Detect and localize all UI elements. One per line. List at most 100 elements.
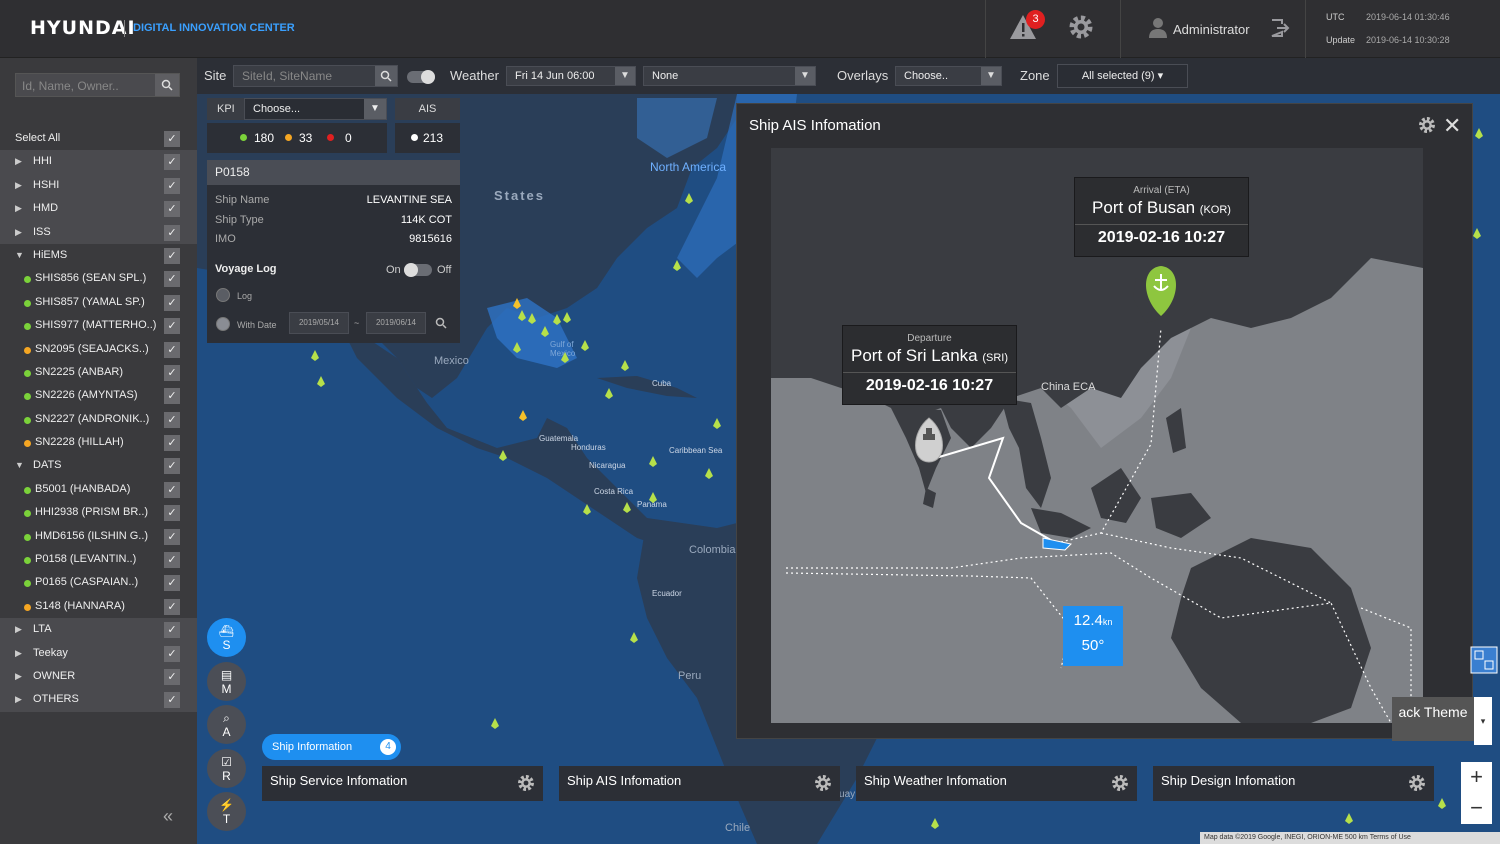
sidebar-ship-item[interactable]: SHIS857 (YAMAL SP.) ✓ [0,291,197,314]
checkbox[interactable]: ✓ [164,552,180,569]
sidebar-group-item[interactable]: ▶ HSHI ✓ [0,173,197,198]
layers-icon[interactable] [1470,646,1498,674]
ship-marker[interactable] [649,456,657,467]
checkbox[interactable]: ✓ [164,668,180,685]
with-date-radio[interactable] [216,317,230,331]
sidebar-group-item[interactable]: ▶ HMD ✓ [0,197,197,221]
checkbox[interactable]: ✓ [164,435,180,452]
checkbox[interactable]: ✓ [164,458,180,475]
sidebar-search[interactable]: Id, Name, Owner.. [15,73,180,97]
ais-header[interactable]: AIS [395,98,460,120]
sidebar-group-item[interactable]: ▼ DATS ✓ [0,454,197,478]
sidebar-ship-item[interactable]: P0158 (LEVANTIN..) ✓ [0,548,197,571]
ship-information-tab[interactable]: Ship Information 4 [262,734,401,760]
ship-marker[interactable] [317,376,325,387]
sidebar-search-input[interactable]: Id, Name, Owner.. [22,79,119,93]
ship-marker[interactable] [499,450,507,461]
kpi-yellow-count[interactable]: 33 [299,131,312,145]
gear-icon[interactable] [1111,774,1129,795]
checkbox[interactable]: ✓ [164,318,180,335]
checkbox[interactable]: ✓ [164,388,180,405]
checkbox[interactable]: ✓ [164,645,180,662]
sidebar-ship-item[interactable]: SHIS977 (MATTERHO..) ✓ [0,314,197,337]
ship-marker[interactable] [518,310,526,321]
checkbox[interactable]: ✓ [164,177,180,194]
sidebar-search-button[interactable] [155,74,179,96]
zoom-in-button[interactable]: + [1461,762,1492,793]
site-search-input[interactable]: SiteId, SiteName [233,65,398,87]
tool-button-t[interactable]: ⚡ T [207,792,246,831]
gear-icon[interactable] [814,774,832,795]
checkbox[interactable]: ✓ [164,201,180,218]
bottom-panel[interactable]: Ship Service Infomation [262,766,543,801]
bottom-panel[interactable]: Ship AIS Infomation [559,766,840,801]
sidebar-ship-item[interactable]: SHIS856 (SEAN SPL.) ✓ [0,267,197,290]
ship-marker-warning[interactable] [513,298,521,309]
checkbox[interactable]: ✓ [164,364,180,381]
sidebar-group-item[interactable]: ▶ ISS ✓ [0,220,197,244]
site-toggle[interactable] [407,70,435,84]
tool-button-r[interactable]: ☑ R [207,748,246,788]
checkbox[interactable]: ✓ [164,505,180,522]
sidebar-group-item[interactable]: ▶ OWNER ✓ [0,664,197,689]
checkbox[interactable]: ✓ [164,598,180,615]
sidebar-select-all[interactable]: Select All ✓ [0,127,197,150]
ship-marker[interactable] [541,326,549,337]
gear-icon[interactable] [1408,774,1426,795]
close-icon[interactable]: ✕ [1443,113,1461,139]
checkbox[interactable]: ✓ [164,131,180,147]
ship-marker[interactable] [581,340,589,351]
theme-toggle-button[interactable]: ack Theme [1392,697,1474,741]
weather-layer-select[interactable]: None ▼ [643,66,816,86]
ship-marker[interactable] [1438,798,1446,809]
expand-right-icon[interactable]: ▶ [15,150,22,173]
ship-marker[interactable] [705,468,713,479]
sidebar-ship-item[interactable]: S148 (HANNARA) ✓ [0,595,197,618]
ship-marker[interactable] [561,352,569,363]
sidebar-group-item[interactable]: ▶ LTA ✓ [0,618,197,642]
ship-marker[interactable] [649,492,657,503]
sidebar-group-item[interactable]: ▶ Teekay ✓ [0,641,197,665]
sidebar-ship-item[interactable]: HHI2938 (PRISM BR..) ✓ [0,501,197,524]
sidebar-ship-item[interactable]: HMD6156 (ILSHIN G..) ✓ [0,525,197,548]
voyage-log-toggle[interactable] [404,263,432,277]
search-icon[interactable] [435,317,447,329]
logout-icon[interactable] [1270,18,1290,38]
collapse-sidebar-icon[interactable]: « [163,806,173,827]
date-to-input[interactable]: 2019/06/14 [366,312,426,334]
checkbox[interactable]: ✓ [164,692,180,709]
ship-marker[interactable] [621,360,629,371]
checkbox[interactable]: ✓ [164,411,180,428]
checkbox[interactable]: ✓ [164,575,180,592]
date-from-input[interactable]: 2019/05/14 [289,312,349,334]
site-search-button[interactable] [375,66,397,86]
checkbox[interactable]: ✓ [164,154,180,171]
expand-right-icon[interactable]: ▶ [15,174,22,197]
tool-button-s[interactable]: ⛴ S [207,618,246,657]
sidebar-ship-item[interactable]: SN2095 (SEAJACKS..) ✓ [0,338,197,361]
route-map[interactable]: Arrival (ETA) Port of Busan (KOR) 2019-0… [771,148,1423,723]
checkbox[interactable]: ✓ [164,247,180,264]
expand-right-icon[interactable]: ▶ [15,221,22,244]
user-name[interactable]: Administrator [1173,22,1250,37]
ship-marker[interactable] [931,818,939,829]
checkbox[interactable]: ✓ [164,271,180,288]
gear-icon[interactable] [1068,14,1094,40]
theme-dropdown[interactable]: ▾ [1474,697,1492,745]
bottom-panel[interactable]: Ship Weather Infomation [856,766,1137,801]
gear-icon[interactable] [1418,116,1436,134]
ship-marker-warning[interactable] [519,410,527,421]
sidebar-ship-item[interactable]: P0165 (CASPAIAN..) ✓ [0,571,197,594]
kpi-select[interactable]: Choose... ▼ [244,98,387,120]
gear-icon[interactable] [517,774,535,795]
ship-marker[interactable] [563,312,571,323]
ship-marker[interactable] [311,350,319,361]
zone-select[interactable]: All selected (9) ▾ [1057,64,1188,88]
checkbox[interactable]: ✓ [164,294,180,311]
ship-marker[interactable] [713,418,721,429]
expand-right-icon[interactable]: ▶ [15,618,22,641]
checkbox[interactable]: ✓ [164,481,180,498]
checkbox[interactable]: ✓ [164,341,180,358]
ship-marker[interactable] [1473,228,1481,239]
sidebar-ship-item[interactable]: SN2227 (ANDRONIK..) ✓ [0,408,197,431]
